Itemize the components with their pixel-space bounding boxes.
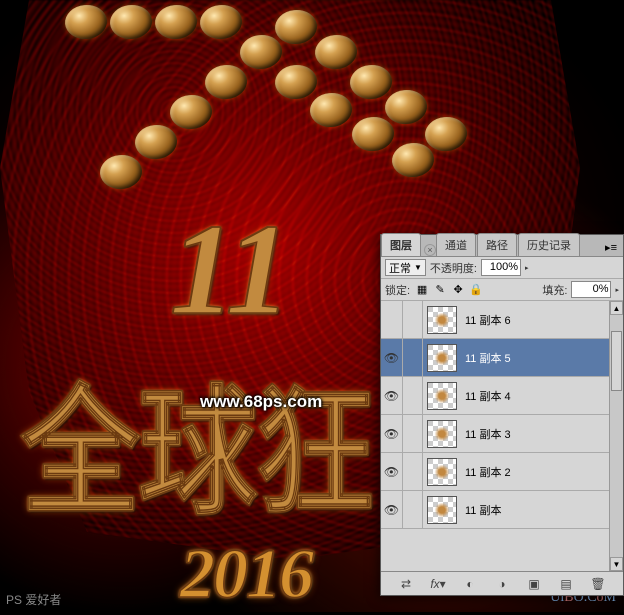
visibility-toggle[interactable]: 👁	[381, 453, 403, 490]
eye-icon: 👁	[384, 427, 399, 441]
visibility-toggle[interactable]: 👁	[381, 415, 403, 452]
layer-name-label[interactable]: 11 副本 3	[461, 426, 619, 442]
lock-transparency-icon[interactable]: ▦	[414, 282, 430, 298]
layers-list: 11 副本 6👁11 副本 5👁11 副本 4👁11 副本 3👁11 副本 2👁…	[381, 301, 623, 569]
link-cell[interactable]	[403, 301, 423, 338]
panel-menu-icon[interactable]: ▸≡	[599, 239, 623, 256]
link-icon[interactable]: ⇄	[395, 575, 417, 593]
layer-row[interactable]: 👁 11 副本 2	[381, 453, 623, 491]
layer-row[interactable]: 11 副本 6	[381, 301, 623, 339]
arrow-dots-graphic	[40, 5, 440, 205]
scroll-down-icon[interactable]: ▼	[610, 557, 623, 571]
visibility-toggle[interactable]: 👁	[381, 339, 403, 376]
lock-icons-group: ▦ ✎ ✥ 🔒	[414, 282, 484, 298]
layer-name-label[interactable]: 11 副本 5	[461, 350, 619, 366]
opacity-label: 不透明度:	[430, 260, 477, 276]
blend-mode-value: 正常	[389, 260, 411, 276]
layer-name-label[interactable]: 11 副本 6	[461, 312, 619, 328]
lock-pixels-icon[interactable]: ✎	[432, 282, 448, 298]
artwork-number: 11	[170, 195, 289, 345]
layer-row[interactable]: 👁 11 副本 3	[381, 415, 623, 453]
link-cell[interactable]	[403, 491, 423, 528]
layer-thumbnail[interactable]	[427, 420, 457, 448]
artwork-year: 2016	[180, 535, 312, 615]
lock-label: 锁定:	[385, 282, 410, 298]
eye-icon: 👁	[384, 351, 399, 365]
layer-thumbnail[interactable]	[427, 496, 457, 524]
eye-icon: 👁	[384, 389, 399, 403]
visibility-toggle[interactable]: 👁	[381, 491, 403, 528]
panel-footer: ⇄ fx▾ ◐ ◑ ▣ ▤ 🗑	[381, 571, 623, 595]
fill-label: 填充:	[542, 282, 567, 298]
layer-thumbnail[interactable]	[427, 382, 457, 410]
scroll-up-icon[interactable]: ▲	[610, 301, 623, 315]
layer-row[interactable]: 👁 11 副本 5	[381, 339, 623, 377]
lock-fill-row: 锁定: ▦ ✎ ✥ 🔒 填充: 0% ▸	[381, 279, 623, 301]
scroll-thumb[interactable]	[611, 331, 622, 391]
new-layer-icon[interactable]: ▤	[555, 575, 577, 593]
panel-scrollbar[interactable]: ▲ ▼	[609, 301, 623, 571]
layer-name-label[interactable]: 11 副本 2	[461, 464, 619, 480]
trash-icon[interactable]: 🗑	[587, 575, 609, 593]
layers-panel: 图层 × 通道 路径 历史记录 ▸≡ 正常 ▼ 不透明度: 100% ▸ 锁定:…	[380, 234, 624, 596]
layer-name-label[interactable]: 11 副本	[461, 502, 619, 518]
artwork-subtitle: 全球狂	[21, 340, 373, 542]
lock-position-icon[interactable]: ✥	[450, 282, 466, 298]
blend-mode-select[interactable]: 正常 ▼	[385, 259, 426, 276]
layer-thumbnail[interactable]	[427, 344, 457, 372]
opacity-field[interactable]: 100%	[481, 259, 521, 276]
eye-icon: 👁	[384, 465, 399, 479]
fill-field[interactable]: 0%	[571, 281, 611, 298]
mask-icon[interactable]: ◐	[459, 575, 481, 593]
lock-all-icon[interactable]: 🔒	[468, 282, 484, 298]
opacity-arrow-icon[interactable]: ▸	[525, 264, 529, 272]
blend-opacity-row: 正常 ▼ 不透明度: 100% ▸	[381, 257, 623, 279]
adjustment-icon[interactable]: ◑	[491, 575, 513, 593]
visibility-toggle[interactable]: 👁	[381, 377, 403, 414]
link-cell[interactable]	[403, 377, 423, 414]
watermark-url: www.68ps.com	[200, 392, 322, 412]
layer-thumbnail[interactable]	[427, 306, 457, 334]
layer-thumbnail[interactable]	[427, 458, 457, 486]
panel-tabs: 图层 × 通道 路径 历史记录 ▸≡	[381, 235, 623, 257]
layer-row[interactable]: 👁 11 副本 4	[381, 377, 623, 415]
link-cell[interactable]	[403, 339, 423, 376]
layer-name-label[interactable]: 11 副本 4	[461, 388, 619, 404]
chevron-down-icon: ▼	[414, 263, 422, 272]
layer-row[interactable]: 👁 11 副本	[381, 491, 623, 529]
tab-paths[interactable]: 路径	[477, 233, 517, 256]
link-cell[interactable]	[403, 415, 423, 452]
group-icon[interactable]: ▣	[523, 575, 545, 593]
visibility-toggle[interactable]	[381, 301, 403, 338]
tab-close-icon[interactable]: ×	[424, 244, 436, 256]
link-cell[interactable]	[403, 453, 423, 490]
watermark-bottom-left: PS 爱好者	[6, 591, 61, 608]
eye-icon: 👁	[384, 503, 399, 517]
fx-icon[interactable]: fx▾	[427, 575, 449, 593]
tab-layers[interactable]: 图层	[381, 233, 421, 256]
tab-channels[interactable]: 通道	[436, 233, 476, 256]
fill-arrow-icon[interactable]: ▸	[615, 286, 619, 294]
tab-history[interactable]: 历史记录	[518, 233, 580, 256]
